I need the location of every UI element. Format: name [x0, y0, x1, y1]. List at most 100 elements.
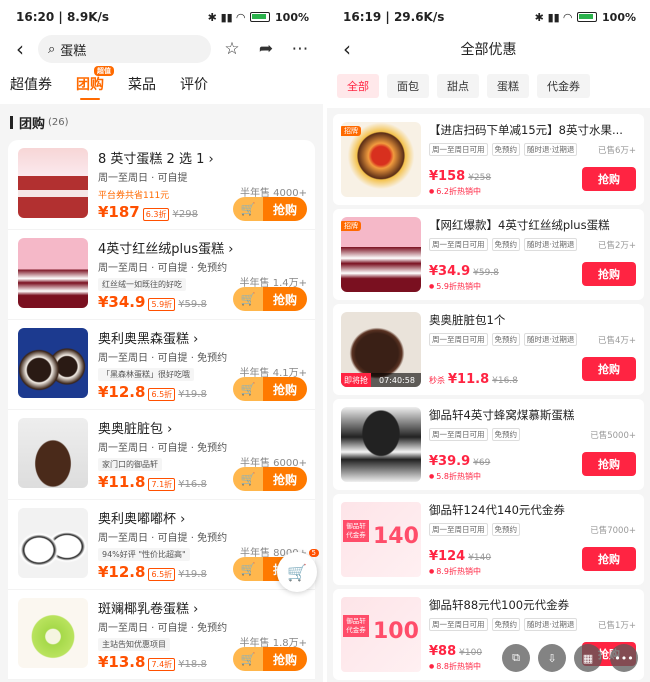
deal-price: ¥39.9	[429, 454, 471, 469]
section-bar	[10, 115, 13, 129]
groupbuy-item[interactable]: 奥奥脏脏包 › 周一至周日 · 可自提 · 免预约 家门口的御品轩 ¥11.8 …	[8, 410, 315, 500]
battery-text: 100%	[275, 10, 309, 24]
coupon-image: 御品轩代金券 140	[341, 502, 421, 577]
product-image	[18, 508, 88, 578]
share-icon[interactable]: ➦	[253, 39, 279, 59]
groupbuy-item[interactable]: 奥利奥嘟嘟杯 › 周一至周日 · 可自提 · 免预约 94%好评 "性价比超高"…	[8, 500, 315, 590]
deal-price: ¥34.9	[429, 264, 471, 279]
status-speed-right: 29.6K/s	[393, 10, 445, 24]
deal-sold: 已售2万+	[597, 241, 636, 251]
add-cart-icon[interactable]: 🛒	[233, 647, 263, 671]
groupbuy-item[interactable]: 4英寸红丝绒plus蛋糕 › 周一至周日 · 可自提 · 免预约 红丝绒一如既往…	[8, 230, 315, 320]
deal-sold: 已售4万+	[597, 336, 636, 346]
cart-icon[interactable]: 🛒 5	[277, 549, 319, 592]
buy-button[interactable]: 抢购	[582, 547, 636, 571]
left-screen: 16:20 | 8.9K/s ✱ ▮▮ ◠ 100% ‹ ⌕ 蛋糕 ☆ ➦ ⋯ …	[0, 0, 323, 682]
deal-price: ¥88	[429, 644, 457, 659]
tab-groupbuy-label: 团购	[76, 77, 104, 93]
groupbuy-item[interactable]: 奥利奥黑森蛋糕 › 周一至周日 · 可自提 · 免预约 「黑森林蛋糕」很好吃哦 …	[8, 320, 315, 410]
filter-chip[interactable]: 代金券	[537, 74, 590, 98]
buy-button[interactable]: 🛒 抢购	[233, 377, 307, 401]
add-cart-icon[interactable]: 🛒	[233, 197, 263, 221]
item-note: 红丝绒一如既往的好吃	[98, 278, 186, 291]
buy-button[interactable]: 抢购	[582, 357, 636, 381]
search-input[interactable]: ⌕ 蛋糕	[38, 35, 211, 63]
coupon-label: 御品轩代金券	[343, 615, 369, 638]
deal-orig-price: ¥59.8	[473, 268, 499, 278]
deal-orig-price: ¥16.8	[492, 376, 518, 386]
deal-item[interactable]: 即将抢 07:40:58 奥奥脏脏包1个 周一至周日可用 免预约 随时退·过期退 已售…	[333, 304, 644, 395]
deal-tag: 随时退·过期退	[524, 238, 578, 251]
product-image	[18, 328, 88, 398]
search-text: 蛋糕	[60, 43, 87, 59]
product-image	[18, 238, 88, 308]
item-note: 「黑森林蛋糕」很好吃哦	[98, 368, 194, 381]
groupbuy-item[interactable]: 8 英寸蛋糕 2 选 1 › 周一至周日 · 可自提 平台券共省111元 ¥18…	[8, 140, 315, 230]
filter-chip[interactable]: 面包	[387, 74, 429, 98]
item-title: 斑斓椰乳卷蛋糕 ›	[98, 602, 199, 617]
deal-orig-price: ¥69	[473, 458, 491, 468]
buy-button[interactable]: 抢购	[582, 452, 636, 476]
item-discount: 6.5折	[148, 388, 176, 401]
tab-coupons[interactable]: 超值券	[10, 64, 52, 104]
buy-button[interactable]: 🛒 抢购	[233, 197, 307, 221]
deal-title: 【进店扫码下单减15元】8英寸水果...	[429, 123, 623, 137]
coupon-amount: 100	[373, 619, 419, 644]
item-title: 8 英寸蛋糕 2 选 1 ›	[98, 152, 214, 167]
buy-button[interactable]: 🛒 抢购	[233, 647, 307, 671]
groupbuy-item[interactable]: 斑斓椰乳卷蛋糕 › 周一至周日 · 可自提 · 免预约 主站告知优惠项目 ¥13…	[8, 590, 315, 680]
battery-text-right: 100%	[602, 10, 636, 24]
more-icon[interactable]: •••	[610, 644, 638, 672]
buy-button[interactable]: 抢购	[582, 167, 636, 191]
back-icon[interactable]: ‹	[337, 37, 357, 61]
deal-item[interactable]: 招牌 【网红爆款】4英寸红丝绒plus蛋糕 周一至周日可用 免预约 随时退·过期退 …	[333, 209, 644, 300]
buy-button[interactable]: 🛒 抢购	[233, 287, 307, 311]
item-info: 奥利奥黑森蛋糕 › 周一至周日 · 可自提 · 免预约 「黑森林蛋糕」很好吃哦 …	[98, 328, 307, 401]
item-title: 奥利奥嘟嘟杯 ›	[98, 512, 186, 527]
buy-button[interactable]: 抢购	[582, 262, 636, 286]
item-meta: 周一至周日 · 可自提 · 免预约	[98, 353, 228, 364]
deal-tag: 免预约	[491, 143, 520, 156]
deal-sold: 已售7000+	[590, 526, 636, 536]
add-cart-icon[interactable]: 🛒	[233, 467, 263, 491]
search-icon: ⌕	[48, 41, 56, 57]
right-screen: 16:19 | 29.6K/s ✱ ▮▮ ◠ 100% ‹ 全部优惠 全部 面包甜…	[327, 0, 650, 682]
groupbuy-list: 8 英寸蛋糕 2 选 1 › 周一至周日 · 可自提 平台券共省111元 ¥18…	[0, 140, 323, 680]
top-nav: ‹ ⌕ 蛋糕 ☆ ➦ ⋯	[0, 34, 323, 64]
add-cart-icon[interactable]: 🛒	[233, 287, 263, 311]
deal-title: 【网红爆款】4英寸红丝绒plus蛋糕	[429, 218, 610, 232]
item-info: 奥奥脏脏包 › 周一至周日 · 可自提 · 免预约 家门口的御品轩 ¥11.8 …	[98, 418, 307, 491]
deal-item[interactable]: 御品轩4英寸蜂窝煤慕斯蛋糕 周一至周日可用 免预约 已售5000+ ¥39.9 ¥…	[333, 399, 644, 490]
deal-item[interactable]: 招牌 【进店扫码下单减15元】8英寸水果... 周一至周日可用 免预约 随时退·过期…	[333, 114, 644, 205]
add-cart-icon[interactable]: 🛒	[233, 377, 263, 401]
deal-item[interactable]: 御品轩代金券 140 御品轩124代140元代金券 周一至周日可用 免预约 已售7…	[333, 494, 644, 585]
item-orig-price: ¥16.8	[178, 479, 207, 490]
item-discount: 6.5折	[148, 568, 176, 581]
add-cart-icon[interactable]: 🛒	[233, 557, 263, 581]
deal-info: 【进店扫码下单减15元】8英寸水果... 周一至周日可用 免预约 随时退·过期退 已…	[429, 122, 636, 197]
star-icon[interactable]: ☆	[219, 39, 245, 59]
product-image	[341, 407, 421, 482]
more-icon[interactable]: ⋯	[287, 39, 313, 59]
status-icons: ✱ ▮▮ ◠ 100%	[207, 10, 309, 24]
download-icon[interactable]: ⇩	[538, 644, 566, 672]
grid-icon[interactable]: ▦	[574, 644, 602, 672]
tab-reviews[interactable]: 评价	[180, 64, 208, 104]
back-icon[interactable]: ‹	[10, 37, 30, 61]
deal-price: ¥11.8	[448, 372, 490, 387]
status-speed: 8.9K/s	[66, 10, 110, 24]
buy-button[interactable]: 🛒 抢购	[233, 467, 307, 491]
countdown-label: 即将抢	[341, 373, 371, 387]
filter-chip[interactable]: 全部	[337, 74, 379, 98]
tab-dishes[interactable]: 菜品	[128, 64, 156, 104]
deal-tag: 免预约	[491, 523, 520, 536]
tab-groupbuy[interactable]: 团购 超值	[76, 64, 114, 104]
item-orig-price: ¥19.8	[178, 389, 207, 400]
item-price: ¥11.8	[98, 473, 146, 491]
deal-info: 御品轩124代140元代金券 周一至周日可用 免预约 已售7000+ ¥124 ¥…	[429, 502, 636, 577]
compare-icon[interactable]: ⧉	[502, 644, 530, 672]
filter-chip[interactable]: 蛋糕	[487, 74, 529, 98]
item-note: 家门口的御品轩	[98, 458, 162, 471]
item-title: 奥利奥黑森蛋糕 ›	[98, 332, 199, 347]
filter-chip[interactable]: 甜点	[437, 74, 479, 98]
